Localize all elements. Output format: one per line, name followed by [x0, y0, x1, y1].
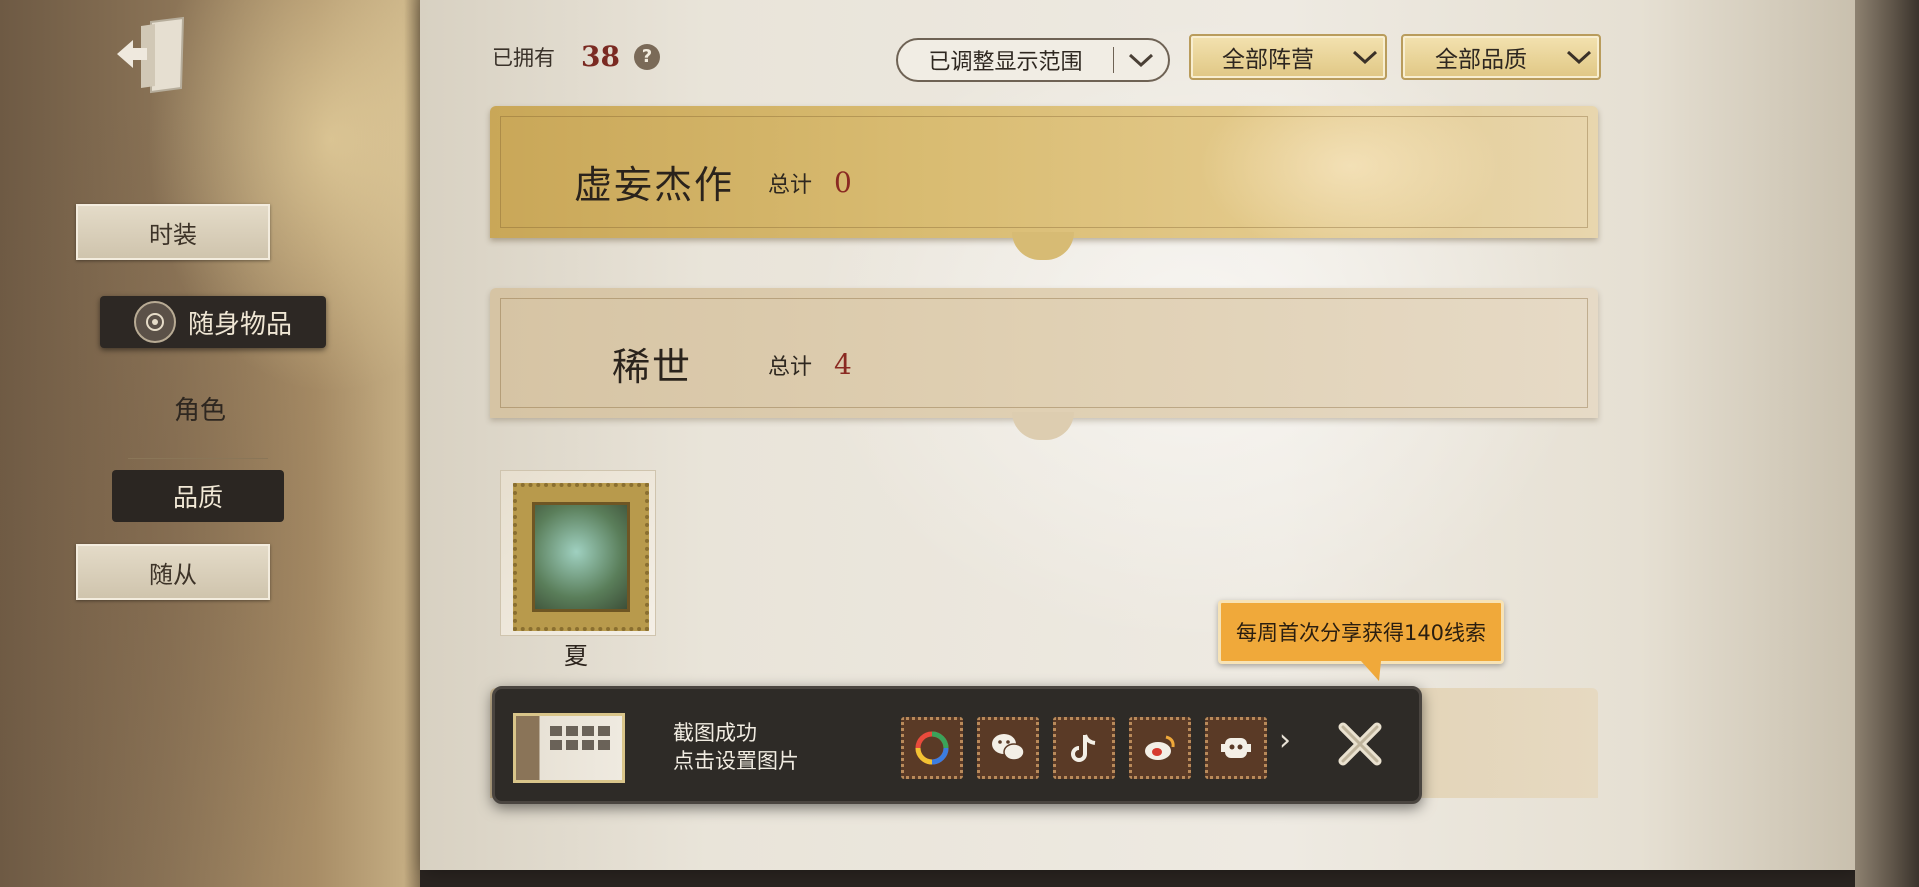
- group-header-rare[interactable]: 稀世 总计 4: [490, 288, 1598, 440]
- accessory-emblem-icon: [133, 301, 176, 343]
- toast-line-success: 截图成功: [673, 721, 757, 745]
- circle-color-icon: [915, 731, 949, 765]
- weibo-icon: [1145, 735, 1175, 760]
- group-title: 虚妄杰作: [574, 163, 735, 207]
- group-title: 稀世: [612, 345, 693, 389]
- toast-message[interactable]: 截图成功 点击设置图片: [673, 719, 799, 775]
- exit-door-icon: [117, 16, 185, 94]
- sidebar-item-costume[interactable]: 时装: [76, 204, 270, 260]
- thumbnail-grid: [550, 726, 610, 750]
- quality-filter-dropdown[interactable]: 全部品质: [1401, 34, 1601, 80]
- sidebar-divider: [128, 458, 268, 459]
- owned-count: 38: [581, 40, 620, 73]
- share-robot-button[interactable]: [1205, 717, 1267, 779]
- sidebar-item-label: 角色: [173, 395, 226, 426]
- robot-icon: [1221, 738, 1251, 758]
- help-icon[interactable]: ?: [633, 43, 660, 70]
- item-stamp-image: [513, 483, 649, 631]
- screenshot-share-toast: 截图成功 点击设置图片 ›: [492, 686, 1422, 804]
- wechat-icon: [992, 734, 1025, 761]
- paper-edge: [1855, 0, 1919, 887]
- more-share-chevron-right-icon[interactable]: ›: [1279, 723, 1291, 758]
- share-circle-color-button[interactable]: [901, 717, 963, 779]
- chevron-down-icon: [1114, 52, 1168, 68]
- quality-filter-label: 全部品质: [1435, 47, 1527, 73]
- close-button[interactable]: [1333, 717, 1387, 771]
- sidebar: 时装 随身物品 角色 品质 随从: [0, 0, 420, 887]
- lotus-icon: [532, 502, 630, 612]
- sidebar-item-character[interactable]: 角色: [110, 386, 290, 430]
- item-card[interactable]: [500, 470, 656, 636]
- group-total-label: 总计: [768, 355, 813, 380]
- faction-filter-dropdown[interactable]: 全部阵营: [1189, 34, 1387, 80]
- screenshot-thumbnail[interactable]: [513, 713, 625, 783]
- chevron-down-icon: [1559, 49, 1599, 65]
- toast-line-hint: 点击设置图片: [673, 749, 799, 773]
- sidebar-item-label: 随身物品: [187, 309, 292, 340]
- group-total-label: 总计: [768, 173, 813, 198]
- group-total-count: 4: [834, 348, 852, 381]
- share-weibo-button[interactable]: [1129, 717, 1191, 779]
- sidebar-item-accessories[interactable]: 随身物品: [100, 296, 326, 348]
- share-tiktok-button[interactable]: [1053, 717, 1115, 779]
- exit-button[interactable]: [112, 14, 192, 96]
- range-filter-label: 已调整显示范围: [928, 50, 1083, 75]
- owned-counter: 已拥有 38 ?: [492, 40, 660, 73]
- chevron-down-icon: [1345, 49, 1385, 65]
- group-header-masterpiece[interactable]: 虚妄杰作 总计 0: [490, 106, 1598, 260]
- sidebar-item-label: 随从: [149, 560, 197, 589]
- tooltip-text: 每周首次分享获得140线索: [1235, 621, 1487, 645]
- item-name: 夏: [564, 642, 588, 670]
- group-total-count: 0: [834, 166, 852, 199]
- group-total: 总计 0: [768, 166, 852, 199]
- group-total: 总计 4: [768, 348, 852, 381]
- share-wechat-button[interactable]: [977, 717, 1039, 779]
- sidebar-item-quality[interactable]: 品质: [112, 470, 284, 522]
- tiktok-icon: [1071, 734, 1096, 762]
- sidebar-item-label: 时装: [149, 220, 197, 249]
- share-reward-tooltip: 每周首次分享获得140线索: [1218, 600, 1504, 681]
- sidebar-item-label: 品质: [172, 483, 223, 512]
- owned-label: 已拥有: [492, 45, 555, 70]
- faction-filter-label: 全部阵营: [1222, 47, 1314, 73]
- close-icon: [1338, 722, 1382, 766]
- sidebar-item-follower[interactable]: 随从: [76, 544, 270, 600]
- range-filter-dropdown[interactable]: 已调整显示范围: [896, 38, 1170, 82]
